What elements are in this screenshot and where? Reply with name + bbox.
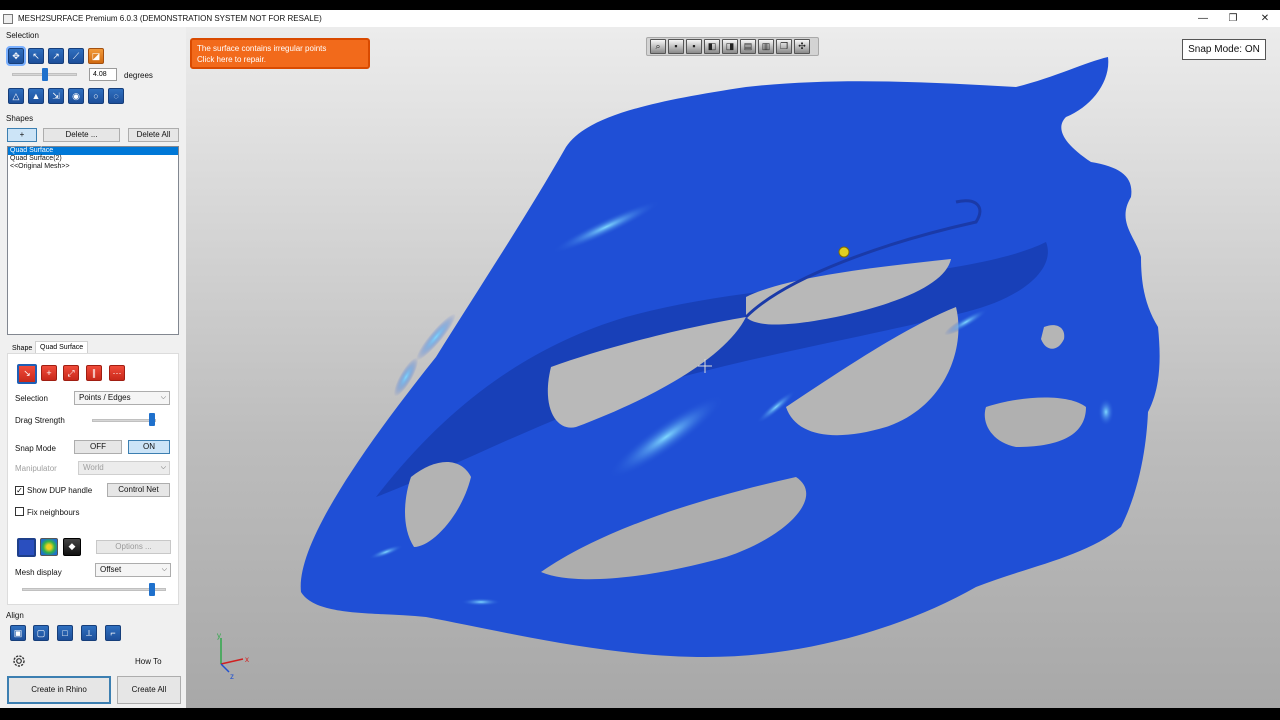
drag-strength-label: Drag Strength (15, 416, 65, 425)
options-button[interactable]: Options ... (96, 540, 171, 554)
shape-list-item[interactable]: Quad Surface(2) (8, 155, 178, 163)
mesh-display-value: Offset (100, 565, 122, 574)
angle-slider-thumb[interactable] (42, 68, 48, 81)
view-top-icon[interactable]: ▤ (740, 39, 756, 54)
quad-selection-value: Points / Edges (79, 393, 131, 402)
manipulator-select[interactable]: World ⌵ (78, 461, 170, 475)
axis-gizmo-icon: y x z (217, 632, 249, 681)
axis-y-label: y (217, 632, 221, 640)
quad-selection-label: Selection (15, 394, 48, 403)
mesh-display-track[interactable] (22, 588, 166, 591)
chevron-down-icon: ⌵ (160, 394, 166, 401)
angle-unit-label: degrees (124, 71, 153, 80)
axis-z-label: z (230, 672, 234, 681)
fix-neighbours-checkbox[interactable] (15, 507, 24, 516)
quad-more-tool-icon[interactable]: ⋯ (109, 365, 125, 381)
selection-heading: Selection (6, 31, 39, 40)
select-bulb-outline-icon[interactable]: ○ (88, 88, 104, 104)
manipulator-value: World (83, 463, 104, 472)
shapes-list[interactable]: Quad Surface Quad Surface(2) <<Original Me… (7, 146, 179, 335)
snap-mode-label: Snap Mode (15, 444, 56, 453)
snap-mode-status: Snap Mode: ON (1182, 39, 1266, 60)
axis-x-label: x (245, 655, 249, 664)
select-faces-icon[interactable]: ↗ (48, 48, 64, 64)
settings-gear-icon[interactable] (11, 653, 27, 669)
select-bulb-icon[interactable]: ◉ (68, 88, 84, 104)
how-to-link[interactable]: How To (135, 657, 162, 666)
view-toolbar: ⌕ ▪ ▪ ◧ ◨ ▤ ▥ ❐ ✣ (646, 37, 819, 56)
view-axes-icon[interactable]: ✣ (794, 39, 810, 54)
select-points-icon[interactable]: ✥ (6, 46, 26, 66)
shape-list-item[interactable]: <<Original Mesh>> (8, 163, 178, 171)
align-top-icon[interactable]: □ (57, 625, 73, 641)
display-wire-icon[interactable]: ◆ (63, 538, 81, 556)
mesh-display-label: Mesh display (15, 568, 62, 577)
tab-quad-surface[interactable]: Quad Surface (35, 341, 89, 353)
quad-selection-select[interactable]: Points / Edges ⌵ (74, 391, 170, 405)
view-perspective-icon[interactable]: ❐ (776, 39, 792, 54)
mesh-display-select[interactable]: Offset ⌵ (95, 563, 171, 577)
select-box-icon[interactable]: ◪ (88, 48, 104, 64)
view-back-icon[interactable]: ▪ (686, 39, 702, 54)
display-shaded-icon[interactable] (17, 538, 36, 557)
select-lasso-icon[interactable]: ⟋ (68, 48, 84, 64)
close-button[interactable]: ✕ (1250, 10, 1280, 27)
show-dup-label: Show DUP handle (27, 486, 93, 495)
drag-strength-track[interactable] (92, 419, 156, 422)
view-right-icon[interactable]: ◨ (722, 39, 738, 54)
letterbox-bottom (0, 708, 1280, 720)
angle-input[interactable]: 4.08 (89, 68, 117, 81)
shape-list-item[interactable]: Quad Surface (8, 147, 178, 155)
mesh-display-thumb[interactable] (148, 583, 155, 596)
align-heading: Align (6, 611, 24, 620)
align-back-icon[interactable]: ▢ (33, 625, 49, 641)
quad-add-tool-icon[interactable]: + (41, 365, 57, 381)
app-icon (3, 13, 13, 24)
left-panel: Selection ✥ ↖ ↗ ⟋ ◪ 4.08 degrees △ ▲ ⇲ ◉… (0, 27, 186, 708)
align-axes-icon[interactable]: ⟂ (81, 625, 97, 641)
create-in-rhino-button[interactable]: Create in Rhino (7, 676, 111, 704)
view-bottom-icon[interactable]: ▥ (758, 39, 774, 54)
snap-on-button[interactable]: ON (128, 440, 170, 454)
create-all-button[interactable]: Create All (117, 676, 181, 704)
add-shape-button[interactable]: + (7, 128, 37, 142)
align-corner-icon[interactable]: ⌐ (105, 625, 121, 641)
drag-strength-thumb[interactable] (149, 413, 156, 426)
pivot-marker-icon (838, 246, 850, 258)
select-triangle-fill-icon[interactable]: ▲ (28, 88, 44, 104)
restore-button[interactable]: ❐ (1218, 10, 1248, 27)
quad-split-tool-icon[interactable]: ∥ (86, 365, 102, 381)
minimize-button[interactable]: — (1188, 10, 1218, 27)
zoom-icon[interactable]: ⌕ (650, 39, 666, 54)
display-curvature-icon[interactable] (40, 538, 58, 556)
select-edges-icon[interactable]: ↖ (28, 48, 44, 64)
quad-slide-tool-icon[interactable]: ⤢ (63, 365, 79, 381)
letterbox-top (0, 0, 1280, 10)
select-grow-icon[interactable]: ⇲ (48, 88, 64, 104)
title-bar: MESH2SURFACE Premium 6.0.3 (DEMONSTRATIO… (0, 10, 1280, 27)
view-front-icon[interactable]: ▪ (668, 39, 684, 54)
manipulator-label: Manipulator (15, 464, 57, 473)
view-left-icon[interactable]: ◧ (704, 39, 720, 54)
select-bulb-light-icon[interactable]: ◌ (108, 88, 124, 104)
show-dup-checkbox[interactable]: ✓ (15, 486, 24, 495)
repair-alert-banner[interactable]: The surface contains irregular points Cl… (190, 38, 370, 69)
alert-line-1: The surface contains irregular points (197, 44, 327, 53)
helmet-model[interactable] (186, 27, 1280, 708)
3d-viewport[interactable]: The surface contains irregular points Cl… (186, 27, 1280, 708)
select-triangle-outline-icon[interactable]: △ (8, 88, 24, 104)
chevron-down-icon: ⌵ (161, 566, 167, 573)
chevron-down-icon: ⌵ (160, 464, 166, 471)
quad-select-tool-icon[interactable]: ↘ (17, 364, 37, 384)
window-title: MESH2SURFACE Premium 6.0.3 (DEMONSTRATIO… (18, 14, 322, 23)
delete-shape-button[interactable]: Delete ... (43, 128, 120, 142)
fix-neighbours-label: Fix neighbours (27, 508, 80, 517)
snap-off-button[interactable]: OFF (74, 440, 122, 454)
align-front-icon[interactable]: ▣ (10, 625, 26, 641)
alert-line-2[interactable]: Click here to repair. (197, 54, 363, 65)
control-net-button[interactable]: Control Net (107, 483, 170, 497)
shapes-heading: Shapes (6, 114, 34, 123)
delete-all-button[interactable]: Delete All (128, 128, 179, 142)
